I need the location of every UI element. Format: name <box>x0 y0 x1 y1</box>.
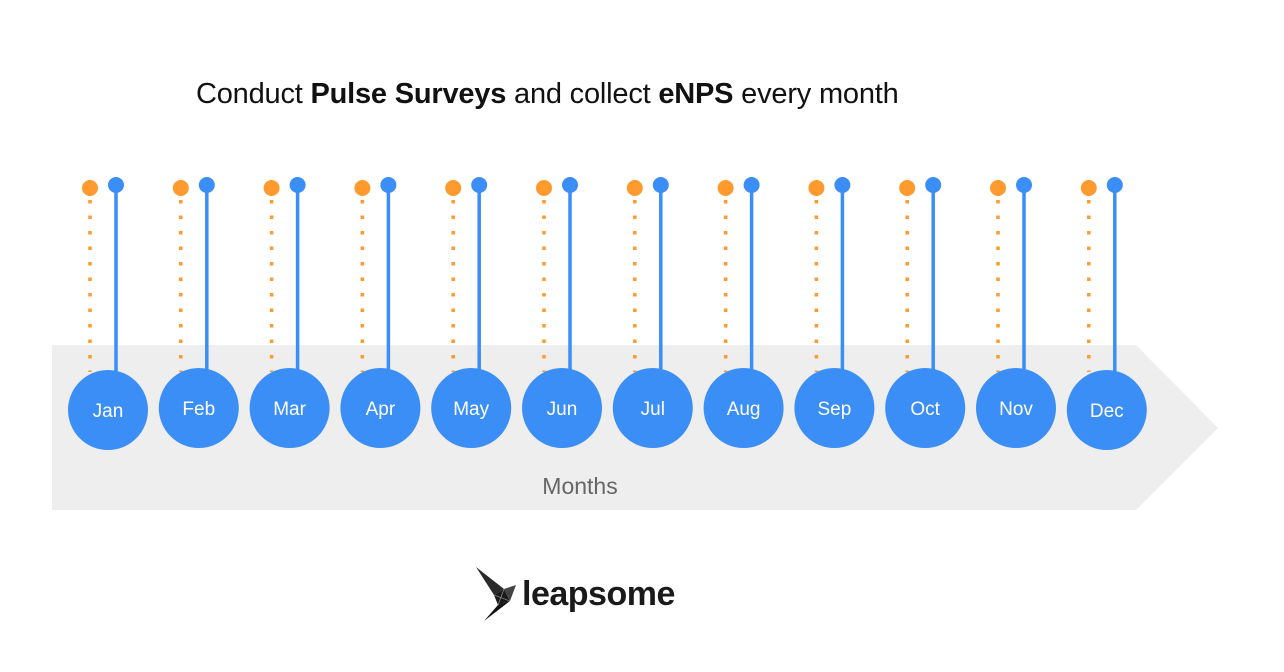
pulse-survey-dot <box>808 180 825 196</box>
pulse-survey-dot <box>990 180 1006 196</box>
month-label-feb: Feb <box>182 399 215 420</box>
enps-dot <box>1016 177 1032 193</box>
enps-dot <box>1106 177 1123 193</box>
enps-dot <box>925 177 942 193</box>
month-label-jan: Jan <box>93 401 124 422</box>
pulse-survey-dot <box>445 180 462 196</box>
enps-dot <box>652 177 669 193</box>
enps-dot <box>743 177 760 193</box>
month-label-oct: Oct <box>910 399 940 420</box>
enps-dot <box>562 177 578 193</box>
month-label-jun: Jun <box>547 399 578 420</box>
month-label-sep: Sep <box>817 399 851 420</box>
month-label-aug: Aug <box>727 399 761 420</box>
month-label-jul: Jul <box>641 399 665 420</box>
leapsome-logo: leapsome <box>474 565 675 623</box>
pulse-survey-dot <box>626 180 643 196</box>
month-label-apr: Apr <box>366 399 396 420</box>
pulse-survey-dot <box>263 180 280 196</box>
bird-origami-icon <box>476 567 516 621</box>
month-label-dec: Dec <box>1090 401 1124 422</box>
enps-dot <box>289 177 306 193</box>
enps-dot <box>198 177 215 193</box>
pulse-survey-dot <box>82 180 98 196</box>
axis-label: Months <box>542 473 617 499</box>
pulse-survey-dot <box>536 180 552 196</box>
month-label-mar: Mar <box>273 399 306 420</box>
logo-text: leapsome <box>522 574 675 613</box>
pulse-survey-dot <box>172 180 189 196</box>
pulse-survey-dot <box>1080 180 1097 196</box>
enps-dot <box>108 177 124 193</box>
enps-dot <box>834 177 851 193</box>
month-label-may: May <box>453 399 489 420</box>
pulse-survey-dot <box>354 180 371 196</box>
pulse-survey-dot <box>717 180 734 196</box>
pulse-survey-dot <box>899 180 916 196</box>
enps-dot <box>471 177 488 193</box>
month-label-nov: Nov <box>999 399 1033 420</box>
enps-dot <box>380 177 397 193</box>
